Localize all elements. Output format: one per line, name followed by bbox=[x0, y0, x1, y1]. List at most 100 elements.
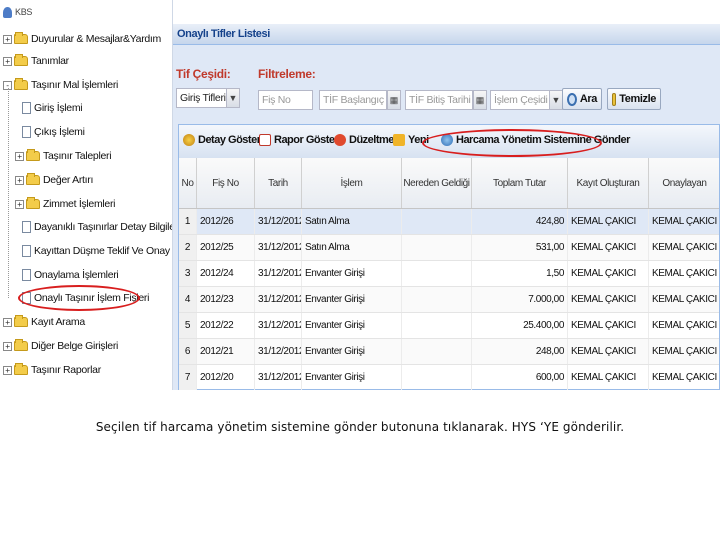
table-cell: Envanter Girişi bbox=[302, 365, 402, 390]
slide-caption: Seçilen tif harcama yönetim sistemine gö… bbox=[95, 420, 625, 434]
tree-item[interactable]: + Taşınır Raporlar bbox=[3, 361, 101, 379]
tree-item[interactable]: + Duyurular & Mesajlar&Yardım bbox=[3, 30, 161, 48]
table-row[interactable]: 1 2012/26 31/12/2012 Satın Alma 424,80 KEMAL … bbox=[179, 209, 719, 235]
table-cell bbox=[402, 313, 472, 338]
tree-item-label: Kayıt Arama bbox=[31, 316, 85, 328]
tree-root[interactable]: KBS bbox=[3, 3, 32, 21]
column-header[interactable]: Fiş No bbox=[197, 158, 255, 208]
clear-button-label: Temizle bbox=[619, 93, 656, 105]
tree-item[interactable]: - Taşınır Mal İşlemleri bbox=[3, 76, 118, 94]
table-cell: KEMAL ÇAKICI bbox=[568, 313, 649, 338]
expand-icon[interactable]: + bbox=[3, 365, 12, 375]
tree-item-label: Dayanıklı Taşınırlar Detay Bilgileri bbox=[34, 221, 173, 233]
report-button-label: Rapor Göster bbox=[274, 134, 339, 146]
column-header[interactable]: Nereden Geldiği bbox=[402, 158, 472, 208]
end-date-input[interactable]: TİF Bitiş Tarihi bbox=[405, 90, 473, 110]
table-cell: 5 bbox=[179, 313, 197, 338]
tree-item[interactable]: Dayanıklı Taşınırlar Detay Bilgileri bbox=[22, 218, 173, 236]
tree-item-label: Diğer Belge Girişleri bbox=[31, 340, 119, 352]
table-row[interactable]: 3 2012/24 31/12/2012 Envanter Girişi 1,50 KEM… bbox=[179, 261, 719, 287]
column-header[interactable]: Tarih bbox=[255, 158, 302, 208]
folder-icon bbox=[14, 54, 28, 66]
folder-icon bbox=[14, 363, 28, 375]
table-cell: 424,80 bbox=[472, 209, 568, 234]
chevron-down-icon[interactable]: ▼ bbox=[549, 90, 563, 110]
folder-icon bbox=[26, 173, 40, 185]
tif-grid: Detay Göster Rapor Göster Düzeltme Yeni … bbox=[178, 124, 720, 390]
chevron-down-icon[interactable]: ▼ bbox=[226, 88, 240, 108]
table-row[interactable]: 2 2012/25 31/12/2012 Satın Alma 531,00 KEMAL … bbox=[179, 235, 719, 261]
tree-item[interactable]: + Taşınır Talepleri bbox=[15, 147, 112, 165]
table-cell: 1,50 bbox=[472, 261, 568, 286]
tree-item[interactable]: Giriş İşlemi bbox=[22, 99, 83, 117]
column-header[interactable]: Onaylayan bbox=[649, 158, 720, 208]
table-cell: 2012/26 bbox=[197, 209, 255, 234]
expand-icon[interactable]: + bbox=[3, 56, 12, 66]
calendar-icon[interactable]: ▦ bbox=[473, 90, 487, 110]
search-button[interactable]: Ara bbox=[562, 88, 602, 110]
tree-item[interactable]: Onaylama İşlemleri bbox=[22, 266, 119, 284]
expand-icon[interactable]: + bbox=[15, 175, 24, 185]
table-cell bbox=[402, 339, 472, 364]
tree-item-label: Taşınır Mal İşlemleri bbox=[31, 79, 119, 91]
tree-item-label: Duyurular & Mesajlar&Yardım bbox=[31, 33, 161, 45]
table-cell: KEMAL ÇAKICI bbox=[649, 365, 720, 390]
tree-item[interactable]: Kayıttan Düşme Teklif Ve Onay Tutanağı bbox=[22, 242, 172, 260]
grid-header: No Fiş No Tarih İşlem Nereden Geldiği Toplam … bbox=[179, 158, 719, 209]
table-cell: Envanter Girişi bbox=[302, 339, 402, 364]
folder-icon bbox=[14, 315, 28, 327]
column-header[interactable]: Toplam Tutar bbox=[472, 158, 568, 208]
table-cell: Satın Alma bbox=[302, 235, 402, 260]
tree-item-label: Onaylama İşlemleri bbox=[34, 269, 119, 281]
tree-item[interactable]: + Zimmet İşlemleri bbox=[15, 195, 116, 213]
tree-connector bbox=[8, 88, 9, 298]
folder-icon bbox=[14, 339, 28, 351]
table-cell: KEMAL ÇAKICI bbox=[649, 209, 720, 234]
expand-icon[interactable]: + bbox=[15, 151, 24, 161]
folder-icon bbox=[14, 78, 28, 90]
tree-item[interactable]: Çıkış İşlemi bbox=[22, 123, 85, 141]
table-cell: KEMAL ÇAKICI bbox=[649, 287, 720, 312]
tree-item[interactable]: + Diğer Belge Girişleri bbox=[3, 337, 118, 355]
column-header[interactable]: Kayıt Oluşturan bbox=[568, 158, 649, 208]
table-cell: 3 bbox=[179, 261, 197, 286]
tree-item[interactable]: + Değer Artırı bbox=[15, 171, 93, 189]
panel-titlebar: Onaylı Tifler Listesi bbox=[173, 24, 720, 45]
table-cell bbox=[402, 365, 472, 390]
table-cell: 1 bbox=[179, 209, 197, 234]
table-cell: KEMAL ÇAKICI bbox=[568, 261, 649, 286]
tif-type-select[interactable]: Giriş Tifleri bbox=[176, 88, 228, 108]
table-cell bbox=[402, 287, 472, 312]
panel-title: Onaylı Tifler Listesi bbox=[177, 28, 270, 40]
column-header[interactable]: No bbox=[179, 158, 197, 208]
detail-button[interactable]: Detay Göster bbox=[183, 134, 261, 146]
fis-no-input[interactable]: Fiş No bbox=[258, 90, 313, 110]
table-cell: 25.400,00 bbox=[472, 313, 568, 338]
table-cell: 2012/24 bbox=[197, 261, 255, 286]
expand-icon[interactable]: + bbox=[3, 317, 12, 327]
folder-icon bbox=[26, 149, 40, 161]
report-button[interactable]: Rapor Göster bbox=[259, 134, 339, 146]
clear-button[interactable]: Temizle bbox=[607, 88, 661, 110]
table-cell: KEMAL ÇAKICI bbox=[649, 339, 720, 364]
table-row[interactable]: 4 2012/23 31/12/2012 Envanter Girişi 7.000,0… bbox=[179, 287, 719, 313]
expand-icon[interactable]: + bbox=[3, 34, 12, 44]
column-header[interactable]: İşlem bbox=[302, 158, 402, 208]
tree-item[interactable]: + Kayıt Arama bbox=[3, 313, 85, 331]
expand-icon[interactable]: + bbox=[3, 341, 12, 351]
start-date-input[interactable]: TİF Başlangıç Tarih bbox=[319, 90, 387, 110]
islem-type-select[interactable]: İşlem Çeşidi bbox=[490, 90, 550, 110]
screenshot: KBS + Duyurular & Mesajlar&Yardım + Tanımla… bbox=[0, 0, 720, 390]
search-icon bbox=[567, 92, 577, 106]
tree-item[interactable]: + Tanımlar bbox=[3, 52, 69, 70]
table-cell: 31/12/2012 bbox=[255, 313, 302, 338]
table-row[interactable]: 7 2012/20 31/12/2012 Envanter Girişi 600,00 K… bbox=[179, 365, 719, 390]
edit-button[interactable]: Düzeltme bbox=[334, 134, 394, 146]
search-button-label: Ara bbox=[579, 93, 598, 105]
calendar-icon[interactable]: ▦ bbox=[387, 90, 401, 110]
tree-item-label: Kayıttan Düşme Teklif Ve Onay Tutanağı bbox=[34, 245, 172, 257]
table-row[interactable]: 6 2012/21 31/12/2012 Envanter Girişi 248,00 K… bbox=[179, 339, 719, 365]
expand-icon[interactable]: + bbox=[15, 199, 24, 209]
table-row[interactable]: 5 2012/22 31/12/2012 Envanter Girişi 25.400,… bbox=[179, 313, 719, 339]
table-cell: 31/12/2012 bbox=[255, 209, 302, 234]
